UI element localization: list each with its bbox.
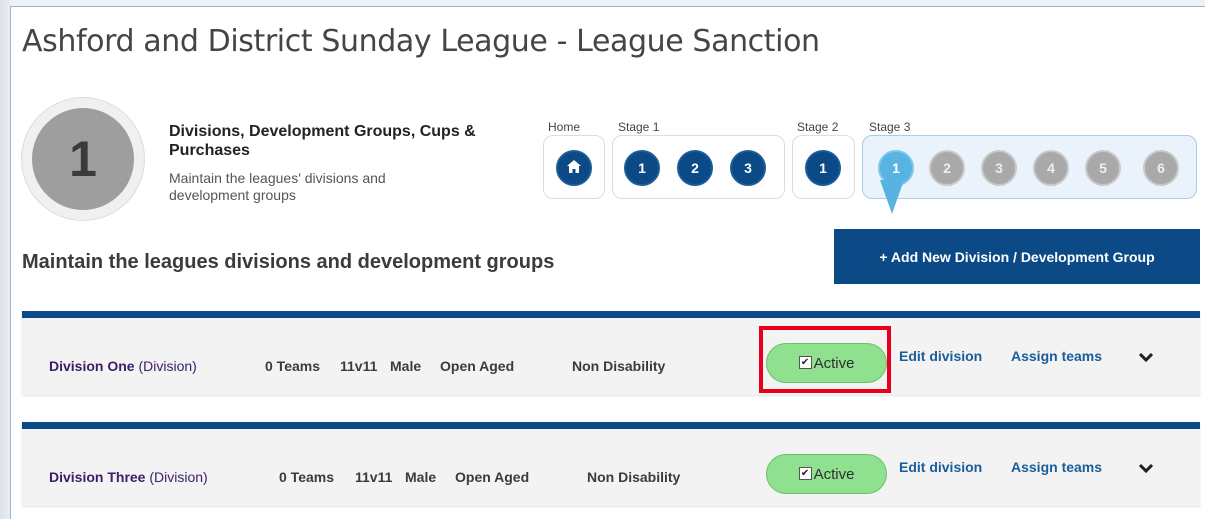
division-disability: Non Disability (587, 469, 681, 485)
stage-badge: 1 (22, 98, 144, 220)
division-row: Division Three (Division) 0 Teams 11v11 … (22, 422, 1200, 506)
division-age: Open Aged (455, 469, 530, 485)
stage-number: 1 (32, 108, 134, 210)
stage1-step-1[interactable]: 1 (624, 150, 660, 186)
stepper-label-stage3: Stage 3 (869, 120, 911, 134)
section-title: Divisions, Development Groups, Cups & Pu… (169, 123, 476, 159)
stage2-step-1[interactable]: 1 (805, 150, 841, 186)
division-name-text[interactable]: Division One (49, 358, 135, 374)
home-icon (567, 160, 581, 176)
active-toggle[interactable]: ✔ Active (766, 454, 887, 494)
list-heading: Maintain the leagues divisions and devel… (22, 251, 555, 273)
stepper-label-home: Home (548, 120, 581, 134)
stage3-step-4[interactable]: 4 (1033, 150, 1069, 186)
stepper-label-stage1: Stage 1 (618, 120, 660, 134)
window-edge (0, 0, 10, 519)
stepper-label-stage2: Stage 2 (797, 120, 839, 134)
stepper-group-stage2: 1 (792, 135, 855, 199)
division-gender: Male (405, 469, 437, 485)
edit-division-link[interactable]: Edit division (899, 348, 982, 364)
assign-teams-link[interactable]: Assign teams (1011, 348, 1102, 364)
chevron-down-icon[interactable] (1139, 353, 1153, 367)
division-name[interactable]: Division Three (Division) (49, 469, 208, 485)
division-format: 11v11 (355, 469, 393, 485)
chevron-down-icon[interactable] (1139, 464, 1153, 478)
add-division-button[interactable]: + Add New Division / Development Group (834, 229, 1200, 284)
division-teams: 0 Teams (279, 469, 334, 485)
stage3-step-2[interactable]: 2 (929, 150, 965, 186)
division-name-text[interactable]: Division Three (49, 469, 145, 485)
stage3-step-3[interactable]: 3 (981, 150, 1017, 186)
page-title: Ashford and District Sunday League - Lea… (22, 24, 820, 59)
stepper-group-home (543, 135, 605, 199)
division-teams: 0 Teams (265, 358, 320, 374)
stage3-step-6[interactable]: 6 (1143, 150, 1179, 186)
check-icon[interactable]: ✔ (798, 466, 812, 480)
highlight-annotation (759, 326, 891, 393)
division-age: Open Aged (440, 358, 515, 374)
stepper-group-stage3: 1 2 3 4 5 6 (862, 135, 1197, 199)
current-step-pointer (880, 180, 904, 214)
division-disability: Non Disability (572, 358, 666, 374)
division-format: 11v11 (340, 358, 378, 374)
division-type: (Division) (138, 358, 197, 374)
stage3-step-5[interactable]: 5 (1085, 150, 1121, 186)
home-step[interactable] (556, 150, 592, 186)
section-description: Maintain the leagues' divisions and deve… (169, 170, 386, 203)
division-name[interactable]: Division One (Division) (49, 358, 197, 374)
stepper-group-stage1: 1 2 3 (612, 135, 785, 199)
stage1-step-3[interactable]: 3 (730, 150, 766, 186)
division-gender: Male (390, 358, 422, 374)
edit-division-link[interactable]: Edit division (899, 459, 982, 475)
division-type: (Division) (149, 469, 208, 485)
assign-teams-link[interactable]: Assign teams (1011, 459, 1102, 475)
stage1-step-2[interactable]: 2 (677, 150, 713, 186)
division-row: Division One (Division) 0 Teams 11v11 Ma… (22, 311, 1200, 395)
active-label: Active (813, 465, 855, 483)
